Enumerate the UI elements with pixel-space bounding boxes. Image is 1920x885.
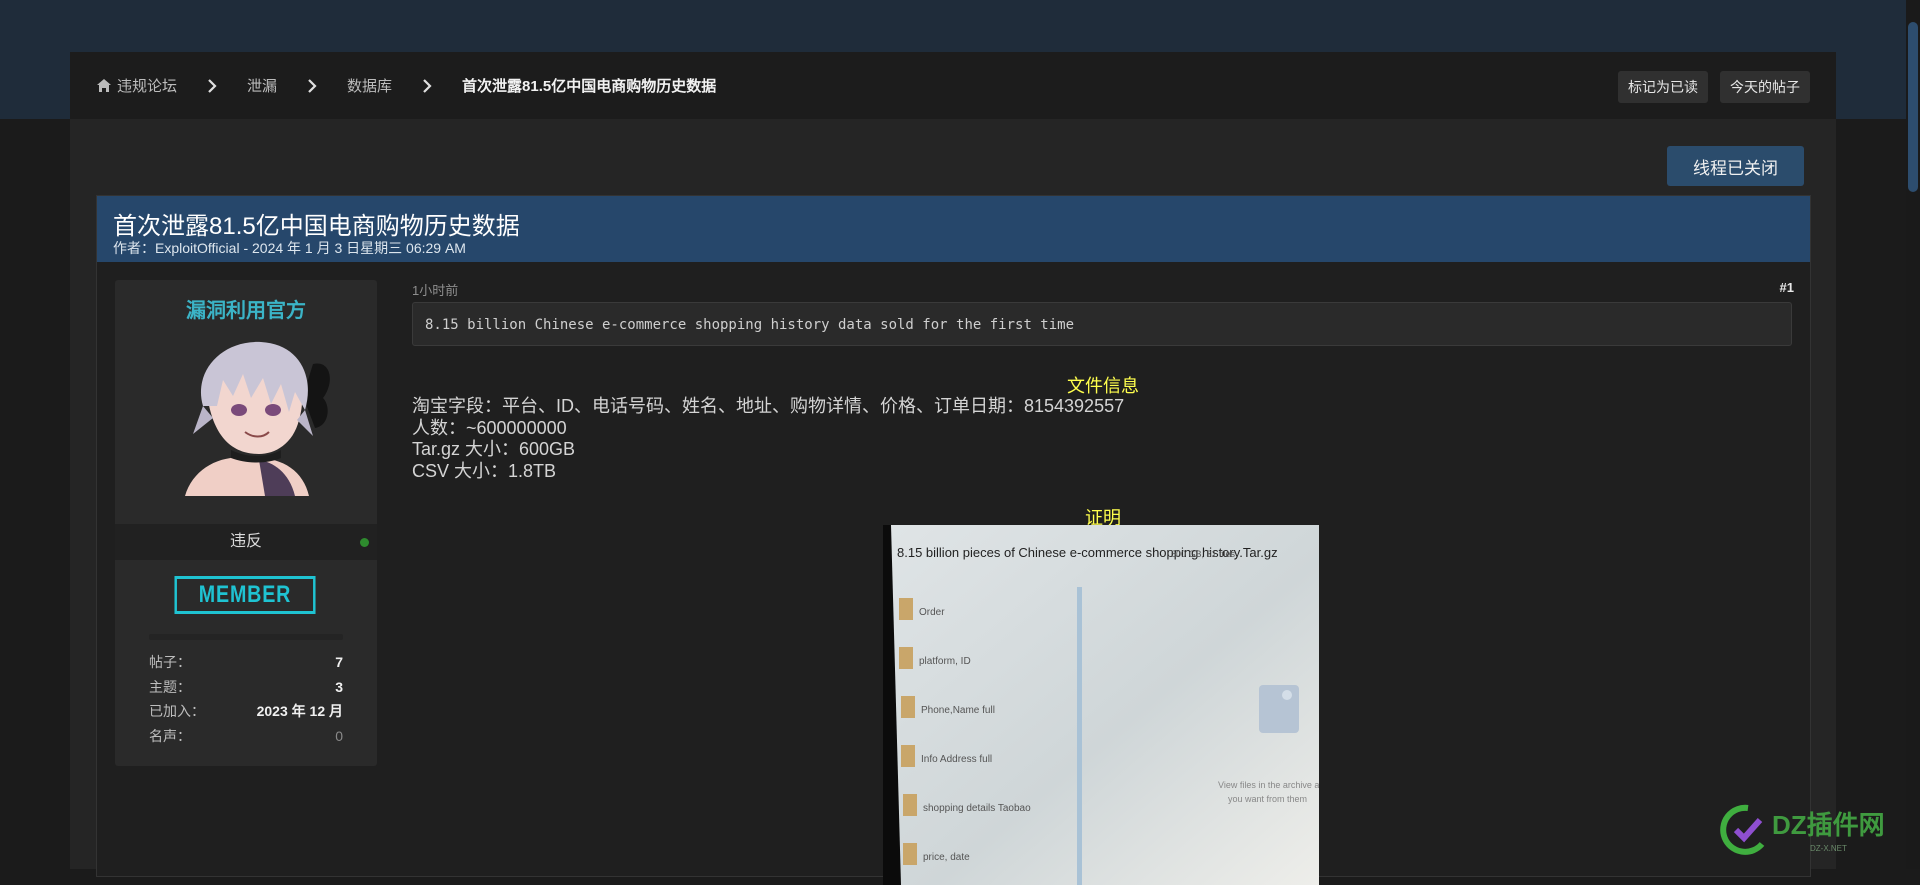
breadcrumb-leaks[interactable]: 泄漏 <box>247 75 277 96</box>
proof-folder: Info Address full <box>921 754 992 765</box>
stat-row: 名声： 0 <box>149 724 343 749</box>
chevron-right-icon <box>208 78 217 93</box>
proof-folder: Phone,Name full <box>921 705 995 716</box>
mark-read-button[interactable]: 标记为已读 <box>1618 71 1708 103</box>
reputation-bar <box>149 634 343 640</box>
breadcrumb-bar: 违规论坛 泄漏 数据库 首次泄露81.5亿中国电商购物历史数据 标记为已读 今天… <box>70 52 1836 119</box>
proof-header-meta: 600 GB, 31 files <box>1171 549 1236 559</box>
breadcrumb-home-label: 违规论坛 <box>117 78 178 95</box>
breadcrumb-home[interactable]: 违规论坛 <box>96 75 177 96</box>
post-body: 1小时前 #1 8.15 billion Chinese e-commerce … <box>412 280 1794 885</box>
rank-badge: MEMBER <box>174 576 316 614</box>
folder-icon <box>901 745 915 767</box>
scrollbar[interactable] <box>1906 0 1920 869</box>
watermark-brand: DZ插件网 <box>1772 810 1885 840</box>
thread-header: 首次泄露81.5亿中国电商购物历史数据 作者：ExploitOfficial -… <box>97 196 1810 262</box>
user-status-label: 违反 <box>229 533 262 550</box>
post-number[interactable]: #1 <box>1780 280 1794 295</box>
forum-container: 违规论坛 泄漏 数据库 首次泄露81.5亿中国电商购物历史数据 标记为已读 今天… <box>70 52 1836 885</box>
scrollbar-thumb[interactable] <box>1908 22 1918 192</box>
file-info-line: 人数：~600000000 <box>412 417 567 438</box>
user-card: 漏洞利用官方 违反 MEMBER 帖子： 7 主题： 3 已加入： 2023 年… <box>115 280 377 766</box>
file-info-list: 淘宝字段：平台、ID、电话号码、姓名、地址、购物详情、价格、订单日期：81543… <box>412 396 1124 482</box>
user-status-bar: 违反 <box>115 524 377 560</box>
username[interactable]: 漏洞利用官方 <box>115 294 377 323</box>
code-block: 8.15 billion Chinese e-commerce shopping… <box>412 302 1792 346</box>
breadcrumb: 违规论坛 泄漏 数据库 首次泄露81.5亿中国电商购物历史数据 <box>96 52 716 119</box>
proof-folder: platform, ID <box>919 656 971 667</box>
proof-image[interactable]: 8.15 billion pieces of Chinese e-commerc… <box>883 525 1319 885</box>
thread-closed-button[interactable]: 线程已关闭 <box>1667 146 1804 186</box>
proof-folder: Order <box>919 607 945 618</box>
stat-value-threads: 3 <box>335 678 343 695</box>
chevron-right-icon <box>308 78 317 93</box>
folder-icon <box>903 794 917 816</box>
folder-icon <box>901 696 915 718</box>
proof-folder: price, date <box>923 852 970 863</box>
file-info-line: CSV 大小：1.8TB <box>412 460 557 481</box>
folder-icon <box>903 843 917 865</box>
stat-label-threads: 主题： <box>149 678 191 695</box>
breadcrumb-database[interactable]: 数据库 <box>347 75 392 96</box>
breadcrumb-actions: 标记为已读 今天的帖子 <box>1618 71 1810 103</box>
user-stats: 帖子： 7 主题： 3 已加入： 2023 年 12 月 名声： 0 <box>149 650 343 748</box>
watermark-url: DZ-X.NET <box>1810 844 1847 853</box>
thread-meta: 作者：ExploitOfficial - 2024 年 1 月 3 日星期三 0… <box>113 240 466 256</box>
stat-value-reputation: 0 <box>335 727 343 744</box>
stat-row: 已加入： 2023 年 12 月 <box>149 699 343 724</box>
thread-title: 首次泄露81.5亿中国电商购物历史数据 <box>113 213 520 240</box>
folder-icon <box>899 647 913 669</box>
stat-row: 帖子： 7 <box>149 650 343 675</box>
chevron-right-icon <box>423 78 432 93</box>
stat-row: 主题： 3 <box>149 675 343 700</box>
avatar[interactable] <box>163 336 333 496</box>
stat-label-posts: 帖子： <box>149 654 191 670</box>
stat-label-joined: 已加入： <box>149 703 205 720</box>
breadcrumb-current: 首次泄露81.5亿中国电商购物历史数据 <box>462 78 717 95</box>
home-icon <box>97 79 111 92</box>
post-time[interactable]: 1小时前 <box>412 280 458 299</box>
proof-folder: shopping details Taobao <box>923 803 1031 814</box>
thread-panel: 首次泄露81.5亿中国电商购物历史数据 作者：ExploitOfficial -… <box>96 195 1811 885</box>
proof-hint: you want from them <box>1228 794 1307 804</box>
stat-label-reputation: 名声： <box>149 727 191 744</box>
file-info-line: Tar.gz 大小：600GB <box>412 439 576 459</box>
todays-posts-button[interactable]: 今天的帖子 <box>1720 71 1810 103</box>
watermark-logo: DZ插件网 DZ-X.NET <box>1720 804 1885 855</box>
stat-value-joined: 2023 年 12 月 <box>256 703 343 720</box>
file-info-title: 文件信息 <box>1067 376 1139 396</box>
archive-image-icon <box>1259 685 1299 733</box>
file-info-line: 淘宝字段：平台、ID、电话号码、姓名、地址、购物详情、价格、订单日期：81543… <box>412 396 1125 416</box>
proof-hint: View files in the archive and extract <box>1218 780 1319 790</box>
stat-value-posts: 7 <box>335 654 343 670</box>
folder-icon <box>899 598 913 620</box>
online-indicator <box>360 538 369 547</box>
